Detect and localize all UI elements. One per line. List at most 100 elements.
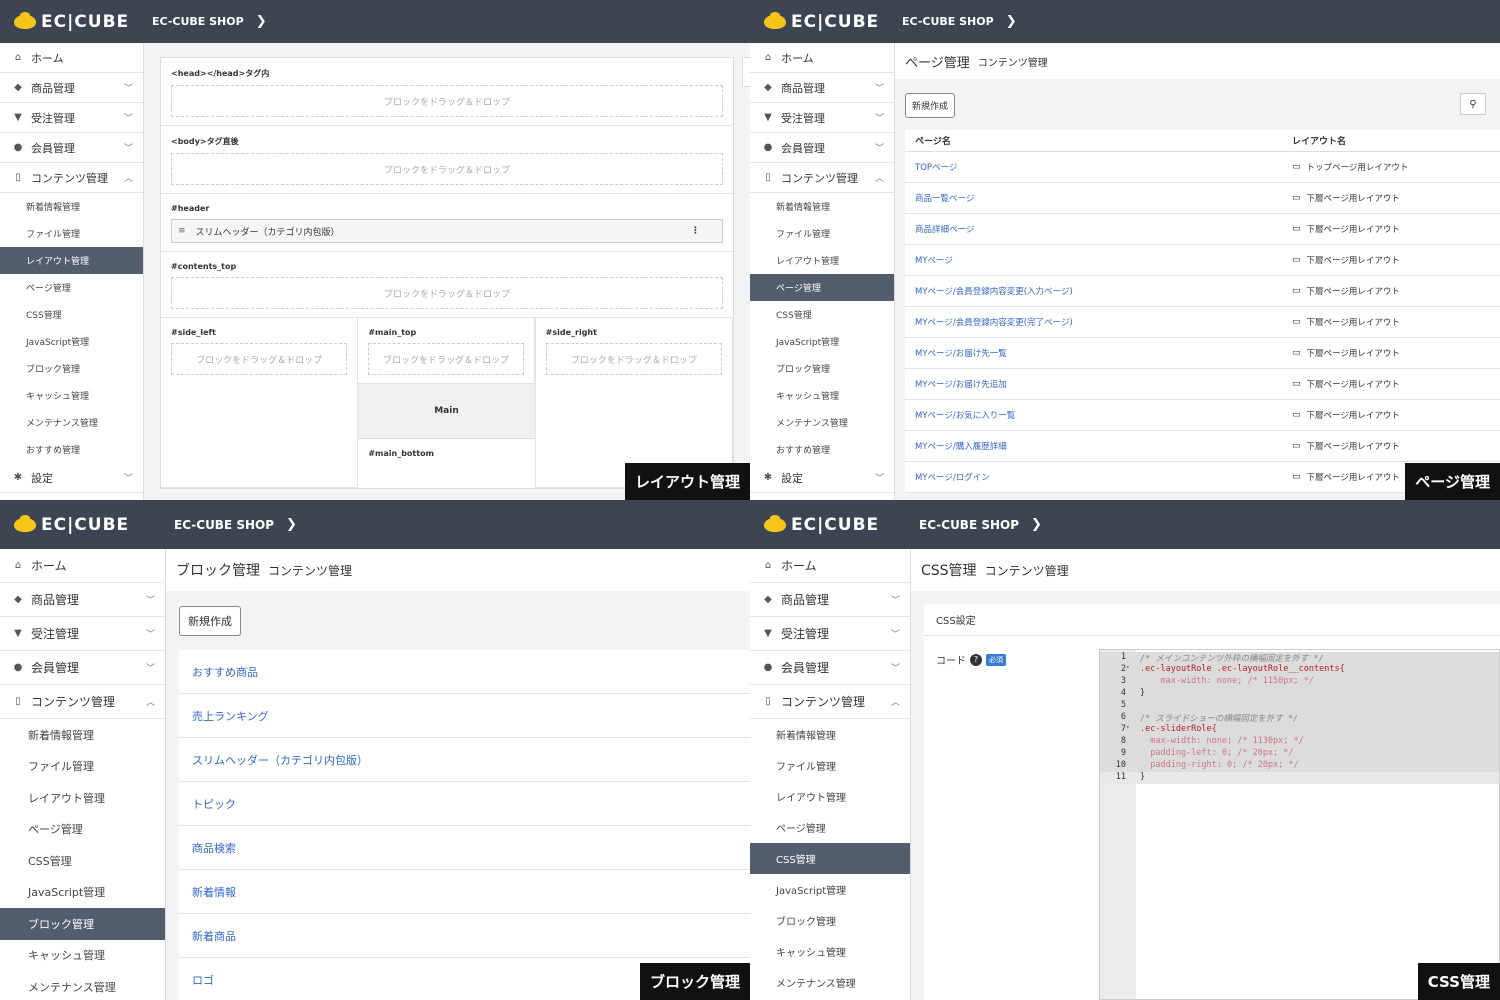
nav-home[interactable]: ⌂ ホーム <box>750 549 910 583</box>
logo[interactable]: EC|CUBE <box>750 11 894 32</box>
subnav-block[interactable]: ブロック管理 <box>0 355 143 382</box>
nav-customers[interactable]: ● 会員管理 ﹀ <box>0 133 143 163</box>
fold-icon[interactable] <box>1126 772 1136 784</box>
logo[interactable]: EC|CUBE <box>750 514 911 535</box>
subnav-layout[interactable]: レイアウト管理 <box>750 247 894 274</box>
nav-customers[interactable]: ● 会員管理 ﹀ <box>750 651 910 685</box>
nav-home[interactable]: ⌂ ホーム <box>0 549 165 583</box>
nav-products[interactable]: ◆ 商品管理 ﹀ <box>0 583 165 617</box>
nav-customers[interactable]: ● 会員管理 ﹀ <box>0 651 165 685</box>
subnav-file[interactable]: ファイル管理 <box>750 750 910 781</box>
fold-icon[interactable] <box>1126 748 1136 760</box>
page-name-link[interactable]: MYページ/お気に入り一覧 <box>905 409 1292 421</box>
block-link[interactable]: おすすめ商品 <box>179 650 750 694</box>
subnav-css[interactable]: CSS管理 <box>0 845 165 877</box>
nav-orders[interactable]: ▼ 受注管理 ﹀ <box>750 617 910 651</box>
nav-orders[interactable]: ▼ 受注管理 ﹀ <box>750 103 894 133</box>
block-link[interactable]: スリムヘッダー（カテゴリ内包版） <box>179 738 750 782</box>
page-name-link[interactable]: TOPページ <box>905 161 1292 173</box>
fold-icon[interactable] <box>1126 712 1136 724</box>
subnav-js[interactable]: JavaScript管理 <box>0 877 165 909</box>
nav-contents[interactable]: ▯ コンテンツ管理 ︿ <box>0 163 143 193</box>
shop-link[interactable]: EC-CUBE SHOP ❯ <box>166 517 297 532</box>
block-link[interactable]: 売上ランキング <box>179 694 750 738</box>
subnav-js[interactable]: JavaScript管理 <box>0 328 143 355</box>
help-icon[interactable]: ? <box>970 653 982 666</box>
subnav-maintenance[interactable]: メンテナンス管理 <box>0 409 143 436</box>
block-link[interactable]: 新着情報 <box>179 870 750 914</box>
subnav-cache[interactable]: キャッシュ管理 <box>0 940 165 972</box>
subnav-page[interactable]: ページ管理 <box>750 274 894 301</box>
subnav-block[interactable]: ブロック管理 <box>750 355 894 382</box>
drop-zone[interactable]: ブロックをドラッグ＆ドロップ <box>171 85 723 117</box>
drop-zone[interactable]: ブロックをドラッグ＆ドロップ <box>171 277 723 309</box>
page-name-link[interactable]: 商品詳細ページ <box>905 223 1292 235</box>
subnav-js[interactable]: JavaScript管理 <box>750 874 910 905</box>
subnav-maintenance[interactable]: メンテナンス管理 <box>750 409 894 436</box>
nav-orders[interactable]: ▼ 受注管理 ﹀ <box>0 103 143 133</box>
block-link[interactable]: 新着商品 <box>179 914 750 958</box>
subnav-page[interactable]: ページ管理 <box>0 274 143 301</box>
logo[interactable]: EC|CUBE <box>0 11 144 32</box>
page-name-link[interactable]: MYページ/お届け先追加 <box>905 378 1292 390</box>
drop-zone[interactable]: ブロックをドラッグ＆ドロップ <box>545 343 722 375</box>
drop-zone[interactable]: ブロックをドラッグ＆ドロップ <box>171 343 348 375</box>
fold-icon[interactable] <box>1126 736 1136 748</box>
page-name-link[interactable]: MYページ/ログイン <box>905 471 1292 483</box>
block-item[interactable]: ≡ スリムヘッダー（カテゴリ内包版） ⋮ <box>171 219 723 243</box>
search-button[interactable]: ⚲ <box>1460 93 1486 115</box>
fold-icon[interactable] <box>1126 760 1136 772</box>
subnav-layout[interactable]: レイアウト管理 <box>750 781 910 812</box>
subnav-maintenance[interactable]: メンテナンス管理 <box>750 967 910 998</box>
code-editor[interactable]: 1/* メインコンテンツ外枠の横幅固定を外す */2 ▾ .ec-layoutRol… <box>1099 649 1500 1000</box>
nav-contents[interactable]: ▯ コンテンツ管理 ︿ <box>750 685 910 719</box>
subnav-css[interactable]: CSS管理 <box>750 301 894 328</box>
nav-customers[interactable]: ● 会員管理 ﹀ <box>750 133 894 163</box>
nav-home[interactable]: ⌂ ホーム <box>750 43 894 73</box>
subnav-cache[interactable]: キャッシュ管理 <box>750 936 910 967</box>
subnav-cache[interactable]: キャッシュ管理 <box>750 382 894 409</box>
subnav-js[interactable]: JavaScript管理 <box>750 328 894 355</box>
subnav-maintenance[interactable]: メンテナンス管理 <box>0 971 165 1000</box>
subnav-file[interactable]: ファイル管理 <box>0 751 165 783</box>
nav-settings[interactable]: ✱ 設定 ﹀ <box>0 463 143 493</box>
subnav-css[interactable]: CSS管理 <box>750 843 910 874</box>
page-name-link[interactable]: MYページ/お届け先一覧 <box>905 347 1292 359</box>
fold-icon[interactable] <box>1126 700 1136 712</box>
page-name-link[interactable]: MYページ/会員登録内容変更(入力ページ) <box>905 285 1292 297</box>
subnav-news[interactable]: 新着情報管理 <box>0 719 165 751</box>
subnav-news[interactable]: 新着情報管理 <box>750 193 894 220</box>
nav-home[interactable]: ⌂ ホーム <box>0 43 143 73</box>
fold-icon[interactable]: ▾ <box>1126 664 1136 676</box>
fold-icon[interactable]: ▾ <box>1126 724 1136 736</box>
subnav-block[interactable]: ブロック管理 <box>750 905 910 936</box>
subnav-file[interactable]: ファイル管理 <box>750 220 894 247</box>
block-link[interactable]: トピック <box>179 782 750 826</box>
subnav-layout[interactable]: レイアウト管理 <box>0 782 165 814</box>
subnav-css[interactable]: CSS管理 <box>0 301 143 328</box>
drop-zone[interactable]: ブロックをドラッグ＆ドロップ <box>368 343 524 375</box>
fold-icon[interactable] <box>1126 676 1136 688</box>
nav-settings[interactable]: ✱ 設定 ﹀ <box>750 463 894 493</box>
fold-icon[interactable] <box>1126 688 1136 700</box>
nav-orders[interactable]: ▼ 受注管理 ﹀ <box>0 617 165 651</box>
nav-products[interactable]: ◆ 商品管理 ﹀ <box>0 73 143 103</box>
subnav-news[interactable]: 新着情報管理 <box>750 719 910 750</box>
fold-icon[interactable] <box>1126 652 1136 664</box>
page-name-link[interactable]: MYページ/会員登録内容変更(完了ページ) <box>905 316 1292 328</box>
shop-link[interactable]: EC-CUBE SHOP ❯ <box>144 14 267 29</box>
nav-contents[interactable]: ▯ コンテンツ管理 ︿ <box>750 163 894 193</box>
subnav-cache[interactable]: キャッシュ管理 <box>0 382 143 409</box>
subnav-file[interactable]: ファイル管理 <box>0 220 143 247</box>
block-link[interactable]: 商品検索 <box>179 826 750 870</box>
new-button[interactable]: 新規作成 <box>179 606 241 636</box>
page-name-link[interactable]: 商品一覧ページ <box>905 192 1292 204</box>
drop-zone[interactable]: ブロックをドラッグ＆ドロップ <box>171 153 723 185</box>
subnav-news[interactable]: 新着情報管理 <box>0 193 143 220</box>
subnav-page[interactable]: ページ管理 <box>750 812 910 843</box>
page-name-link[interactable]: MYページ <box>905 254 1292 266</box>
subnav-block[interactable]: ブロック管理 <box>0 908 165 940</box>
nav-contents[interactable]: ▯ コンテンツ管理 ︿ <box>0 685 165 719</box>
nav-products[interactable]: ◆ 商品管理 ﹀ <box>750 73 894 103</box>
nav-products[interactable]: ◆ 商品管理 ﹀ <box>750 583 910 617</box>
